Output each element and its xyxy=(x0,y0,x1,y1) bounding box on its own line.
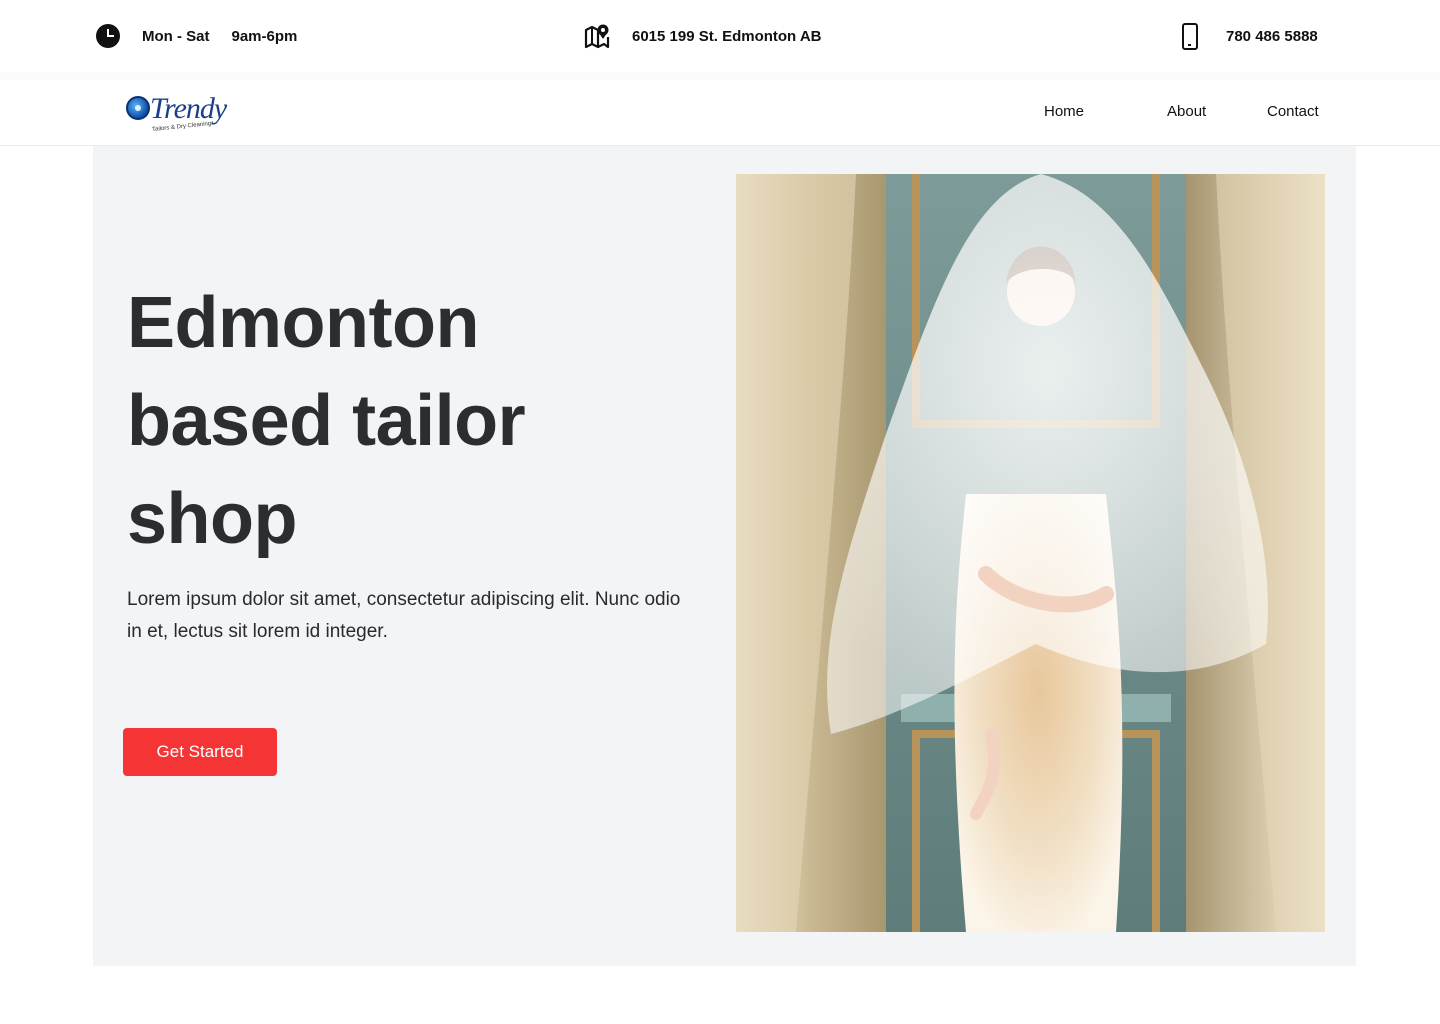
phone-icon xyxy=(1182,22,1198,50)
header-divider xyxy=(0,72,1440,80)
nav-link-home[interactable]: Home xyxy=(1044,80,1084,144)
button-logo-icon xyxy=(126,96,150,120)
hero-image xyxy=(736,174,1325,932)
shop-address[interactable]: 6015 199 St. Edmonton AB xyxy=(584,0,822,72)
nav-link-about[interactable]: About xyxy=(1167,80,1206,144)
brand-wordmark: Trendy xyxy=(150,92,227,125)
business-days: Mon - Sat xyxy=(142,27,210,45)
get-started-button[interactable]: Get Started xyxy=(123,728,277,776)
business-hours-time: 9am-6pm xyxy=(231,27,298,45)
shop-phone[interactable]: 780 486 5888 xyxy=(1182,0,1318,72)
map-pin-icon xyxy=(584,23,610,49)
hero-section: Edmonton based tailor shop Lorem ipsum d… xyxy=(93,146,1356,966)
hero-description: Lorem ipsum dolor sit amet, consectetur … xyxy=(127,589,681,642)
address-text: 6015 199 St. Edmonton AB xyxy=(632,27,822,45)
phone-number: 780 486 5888 xyxy=(1226,27,1318,45)
top-info-bar: Mon - Sat 9am-6pm 6015 199 St. Edmonton … xyxy=(0,0,1440,72)
main-navigation: Trendy Tailors & Dry Cleaning Home About… xyxy=(0,80,1440,146)
nav-link-contact[interactable]: Contact xyxy=(1267,80,1319,144)
clock-icon xyxy=(96,24,120,48)
hero-title: Edmonton based tailor shop xyxy=(127,283,526,559)
business-hours: Mon - Sat 9am-6pm xyxy=(96,0,297,72)
brand-logo[interactable]: Trendy Tailors & Dry Cleaning xyxy=(124,88,234,140)
